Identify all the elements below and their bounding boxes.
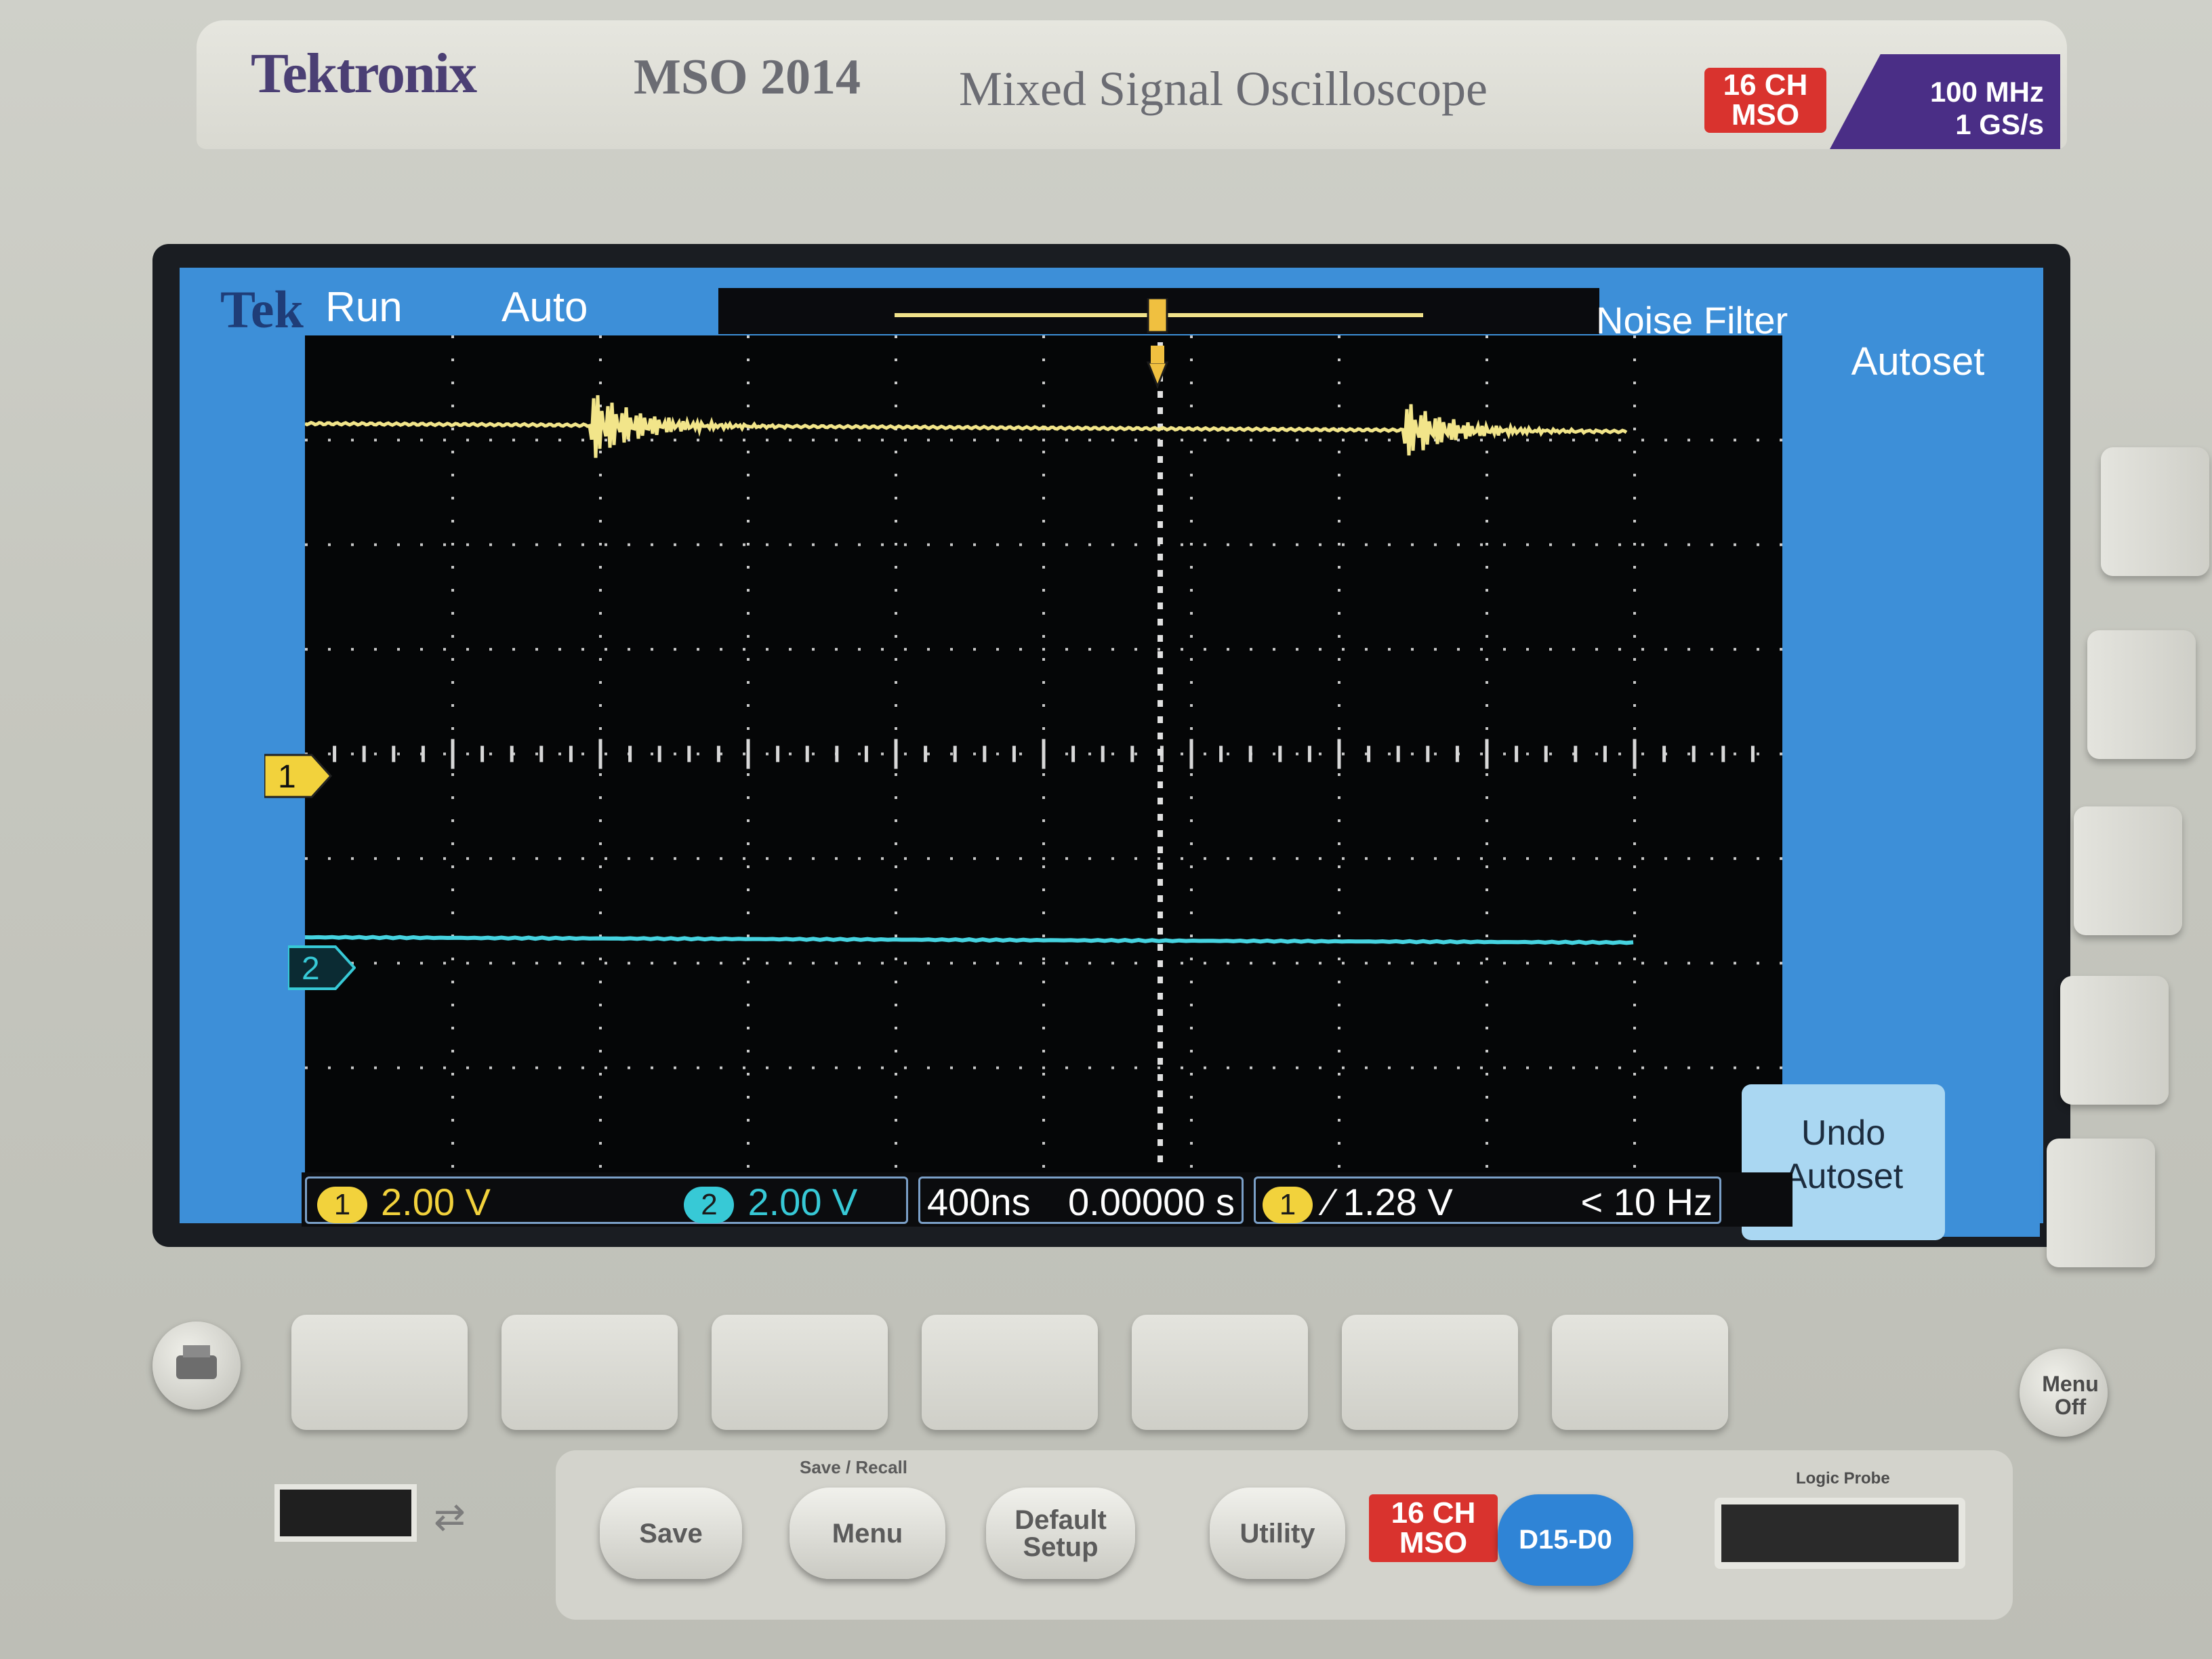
bottom-softkey-7[interactable] — [1552, 1315, 1728, 1430]
utility-button[interactable]: Utility — [1210, 1488, 1345, 1579]
side-softkey-4[interactable] — [2060, 976, 2169, 1105]
bottom-softkey-4[interactable] — [922, 1315, 1098, 1430]
ch2-waveform — [304, 935, 1634, 945]
channels-badge: 16 CH MSO — [1704, 68, 1826, 133]
channel-readout[interactable]: 1 2.00 V 2 2.00 V — [305, 1176, 908, 1224]
bottom-softkey-6[interactable] — [1342, 1315, 1518, 1430]
ch1-marker-label: 1 — [278, 759, 296, 795]
run-state: Run — [325, 284, 403, 331]
menu-off-label: Menu Off — [2042, 1372, 2099, 1419]
trigger-level: ∕ 1.28 V — [1326, 1181, 1453, 1223]
side-softkey-3[interactable] — [2074, 806, 2182, 935]
save-recall-label: Save / Recall — [800, 1457, 907, 1477]
logic-probe-connector[interactable] — [1715, 1498, 1965, 1569]
ch2-scale: 2.00 V — [747, 1181, 858, 1223]
trigger-readout[interactable]: 1 ∕ 1.28 V < 10 Hz — [1254, 1176, 1721, 1224]
bottom-softkey-5[interactable] — [1132, 1315, 1308, 1430]
trigger-frequency: < 10 Hz — [1580, 1181, 1713, 1223]
printer-icon — [176, 1345, 217, 1379]
model-description: Mixed Signal Oscilloscope — [959, 62, 1488, 116]
menu-button[interactable]: Menu — [790, 1488, 945, 1579]
tek-logo: Tek — [220, 280, 304, 339]
ch1-badge: 1 — [317, 1187, 367, 1224]
save-button[interactable]: Save — [600, 1488, 742, 1579]
autoset-menu-title: Autoset — [1851, 340, 1985, 384]
ch2-marker-label: 2 — [302, 951, 320, 987]
ch2-ground-marker[interactable]: 2 — [288, 945, 356, 990]
ch2-badge: 2 — [684, 1187, 735, 1224]
horizontal-scale: 400ns — [927, 1181, 1031, 1223]
waveform-graticule — [304, 335, 1782, 1172]
bottom-softkey-3[interactable] — [712, 1315, 888, 1430]
trigger-source-badge: 1 — [1263, 1187, 1313, 1224]
default-setup-button[interactable]: Default Setup — [986, 1488, 1135, 1579]
usb-icon: ⇄ — [434, 1495, 466, 1538]
bottom-softkey-2[interactable] — [501, 1315, 678, 1430]
brand-logo: Tektronix — [251, 42, 477, 105]
ch1-ground-marker[interactable]: 1 — [264, 754, 332, 798]
print-button[interactable] — [152, 1322, 241, 1410]
timebase-readout[interactable]: 400ns 0.00000 s — [918, 1176, 1244, 1224]
d15-d0-button[interactable]: D15-D0 — [1498, 1494, 1633, 1586]
usb-port[interactable] — [274, 1484, 417, 1542]
trigger-position-icon[interactable] — [1145, 298, 1170, 400]
side-softkey-2[interactable] — [2087, 630, 2196, 759]
channels-badge-panel: 16 CH MSO — [1369, 1494, 1498, 1562]
side-softkey-5[interactable] — [2047, 1139, 2155, 1267]
logic-probe-label: Logic Probe — [1796, 1469, 1890, 1488]
ch1-waveform — [304, 395, 1628, 458]
side-softkey-1[interactable] — [2101, 447, 2209, 576]
horizontal-position: 0.00000 s — [1068, 1181, 1235, 1223]
bottom-softkey-1[interactable] — [291, 1315, 468, 1430]
graticule-svg — [304, 335, 1782, 1172]
ch1-scale: 2.00 V — [381, 1181, 491, 1223]
model-number: MSO 2014 — [634, 49, 861, 105]
trigger-mode: Auto — [501, 284, 588, 331]
